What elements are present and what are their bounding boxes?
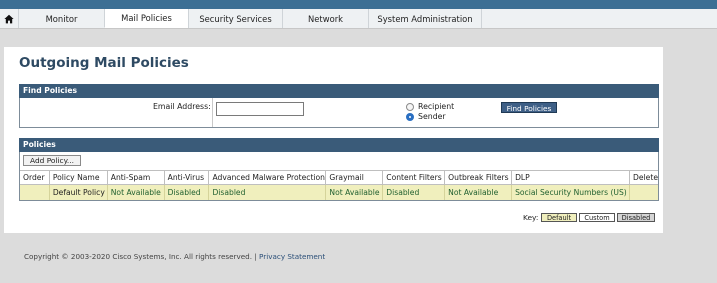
recipient-radio-label: Recipient: [418, 102, 455, 111]
row-policy-name: Default Policy: [49, 184, 108, 200]
privacy-statement-link[interactable]: Privacy Statement: [259, 252, 325, 261]
col-amp: Advanced Malware Protection: [208, 170, 327, 185]
row-content-filters-link[interactable]: Disabled: [382, 184, 446, 200]
email-address-label: Email Address:: [153, 102, 211, 111]
find-policies-header: Find Policies: [19, 84, 659, 98]
col-policy-name: Policy Name: [49, 170, 108, 185]
home-icon[interactable]: [0, 9, 18, 28]
col-graymail: Graymail: [325, 170, 384, 185]
row-order: [20, 184, 50, 200]
footer-separator: |: [254, 252, 257, 261]
col-order: Order: [20, 170, 50, 185]
footer: Copyright © 2003-2020 Cisco Systems, Inc…: [24, 252, 325, 261]
tab-system-administration[interactable]: System Administration: [368, 9, 482, 28]
table-row: Default Policy Not Available Disabled Di…: [20, 184, 658, 200]
key-disabled: Disabled: [617, 213, 655, 222]
col-anti-virus: Anti-Virus: [164, 170, 210, 185]
top-banner: [0, 0, 717, 9]
policies-table: Order Policy Name Anti-Spam Anti-Virus A…: [20, 170, 658, 200]
col-delete: Delete: [629, 170, 658, 185]
row-delete: [629, 184, 658, 200]
row-graymail-link[interactable]: Not Available: [325, 184, 384, 200]
email-address-input[interactable]: [216, 102, 304, 116]
table-header-row: Order Policy Name Anti-Spam Anti-Virus A…: [20, 170, 658, 185]
sender-radio[interactable]: [406, 113, 414, 121]
key-default: Default: [541, 213, 577, 222]
copyright-text: Copyright © 2003-2020 Cisco Systems, Inc…: [24, 252, 253, 261]
col-dlp: DLP: [511, 170, 631, 185]
row-anti-spam-link[interactable]: Not Available: [107, 184, 165, 200]
sender-radio-label: Sender: [418, 112, 446, 121]
row-amp-link[interactable]: Disabled: [208, 184, 327, 200]
col-content-filters: Content Filters: [382, 170, 446, 185]
row-dlp-link[interactable]: Social Security Numbers (US): [511, 184, 631, 200]
policies-header: Policies: [19, 138, 659, 152]
find-policies-form: Email Address: Recipient Sender Find Pol…: [19, 98, 659, 128]
col-anti-spam: Anti-Spam: [107, 170, 165, 185]
find-policies-button[interactable]: Find Policies: [501, 102, 557, 113]
content-panel: Outgoing Mail Policies Find Policies Ema…: [4, 47, 663, 233]
tab-mail-policies[interactable]: Mail Policies: [104, 9, 188, 28]
tab-monitor[interactable]: Monitor: [18, 9, 104, 28]
recipient-radio[interactable]: [406, 103, 414, 111]
tab-network[interactable]: Network: [282, 9, 368, 28]
col-outbreak-filters: Outbreak Filters: [444, 170, 513, 185]
add-policy-button[interactable]: Add Policy...: [23, 155, 81, 166]
row-anti-virus-link[interactable]: Disabled: [164, 184, 210, 200]
policies-section: Add Policy... Order Policy Name Anti-Spa…: [19, 152, 659, 201]
page-title: Outgoing Mail Policies: [19, 55, 189, 71]
key-custom: Custom: [579, 213, 615, 222]
main-nav: Monitor Mail Policies Security Services …: [0, 9, 717, 29]
divider: [212, 98, 213, 127]
tab-security-services[interactable]: Security Services: [188, 9, 282, 28]
key-label: Key:: [523, 213, 539, 222]
row-outbreak-filters-link[interactable]: Not Available: [444, 184, 513, 200]
